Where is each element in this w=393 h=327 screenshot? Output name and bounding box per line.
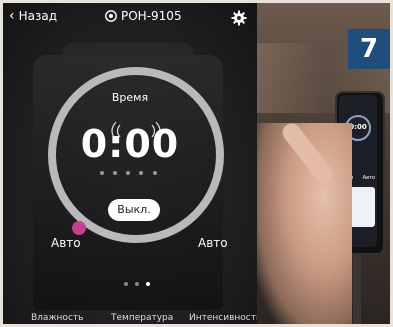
nav-temperature[interactable]: Температура <box>111 313 173 323</box>
mode-right-label[interactable]: Авто <box>198 236 228 250</box>
page-dot-active[interactable] <box>146 282 150 286</box>
ring-knob[interactable] <box>72 221 86 235</box>
mini-mode-right: Авто <box>362 175 375 181</box>
nav-humidity[interactable]: Влажность <box>31 313 83 323</box>
app-screen: ‹ Назад РОН-9105 Время 0:00 Выкл. Авто А… <box>3 3 257 324</box>
phone-stand <box>353 249 361 324</box>
screenshot-frame: ‹ Назад РОН-9105 Время 0:00 Выкл. Авто А… <box>0 0 393 327</box>
page-dot[interactable] <box>135 282 139 286</box>
timer-value: 0:00 <box>80 122 180 166</box>
page-indicator <box>124 282 150 286</box>
bottom-nav: Влажность Температура Интенсивность <box>3 313 257 324</box>
step-number-badge: 7 <box>348 29 390 69</box>
timer-title: Время <box>111 91 149 104</box>
power-off-button[interactable]: Выкл. <box>108 199 160 221</box>
nav-intensity[interactable]: Интенсивность <box>189 313 257 323</box>
mode-left-label[interactable]: Авто <box>51 236 81 250</box>
page-dot[interactable] <box>124 282 128 286</box>
status-icons-row <box>100 171 157 175</box>
